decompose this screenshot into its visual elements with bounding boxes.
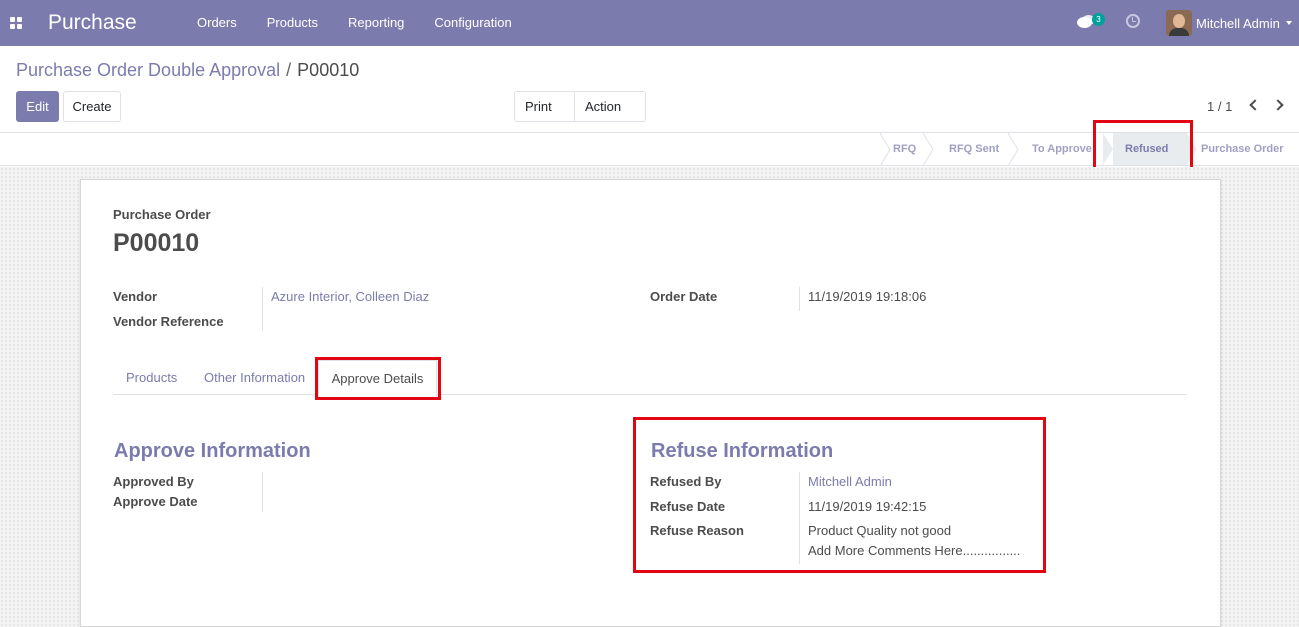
refuse-information-highlight [633, 417, 1046, 573]
document-name: P00010 [113, 229, 200, 257]
menu-reporting[interactable]: Reporting [348, 15, 404, 30]
order-date-value: 11/19/2019 19:18:06 [808, 289, 927, 304]
field-divider [262, 472, 263, 512]
vendor-value[interactable]: Azure Interior, Colleen Diaz [271, 289, 429, 304]
print-label: Print [525, 99, 552, 114]
print-dropdown-button[interactable]: Print [514, 91, 575, 139]
approve-tab-highlight [315, 357, 441, 400]
chevron-right-icon[interactable] [1272, 99, 1284, 111]
breadcrumb: Purchase Order Double Approval / P00010 [16, 60, 359, 81]
tab-products[interactable]: Products [126, 370, 177, 385]
order-date-label: Order Date [650, 289, 718, 304]
menu-configuration[interactable]: Configuration [434, 15, 511, 30]
edit-button[interactable]: Edit [16, 91, 59, 122]
app-title[interactable]: Purchase [48, 11, 137, 35]
create-button[interactable]: Create [63, 91, 121, 122]
activity-clock-icon[interactable] [1126, 14, 1140, 28]
top-navbar: Purchase Orders Products Reporting Confi… [0, 0, 1299, 46]
approve-date-label: Approve Date [113, 494, 198, 509]
vendor-reference-label: Vendor Reference [113, 314, 224, 329]
stage-rfq[interactable]: RFQ [893, 133, 916, 166]
document-type-label: Purchase Order [113, 207, 211, 222]
action-dropdown-button[interactable]: Action [574, 91, 646, 139]
pager-value[interactable]: 1 / 1 [1207, 99, 1232, 114]
avatar [1166, 10, 1192, 36]
stage-separator [878, 133, 892, 166]
stage-separator [1006, 133, 1020, 166]
breadcrumb-parent[interactable]: Purchase Order Double Approval [16, 60, 280, 80]
apps-grid-icon[interactable] [10, 17, 22, 29]
vendor-label: Vendor [113, 289, 158, 304]
stage-purchase-order[interactable]: Purchase Order [1201, 133, 1284, 166]
chat-count-badge: 3 [1092, 13, 1105, 26]
breadcrumb-separator: / [286, 60, 292, 80]
chat-icon[interactable]: 3 [1077, 13, 1107, 33]
approve-information-title: Approve Information [114, 440, 311, 462]
chevron-left-icon[interactable] [1249, 99, 1261, 111]
field-divider [262, 287, 263, 331]
menu-products[interactable]: Products [267, 15, 318, 30]
user-name: Mitchell Admin [1196, 15, 1280, 31]
approved-by-label: Approved By [113, 474, 194, 489]
menu-orders[interactable]: Orders [197, 15, 237, 30]
user-menu[interactable]: Mitchell Admin [1166, 10, 1292, 36]
action-label: Action [585, 99, 622, 114]
tab-other-information[interactable]: Other Information [204, 370, 305, 385]
main-menu: Orders Products Reporting Configuration [188, 15, 533, 30]
stage-rfq-sent[interactable]: RFQ Sent [949, 133, 999, 166]
chevron-down-icon [1285, 21, 1292, 25]
stage-to-approve[interactable]: To Approve [1032, 133, 1092, 166]
breadcrumb-current: P00010 [297, 60, 360, 80]
field-divider [799, 287, 800, 311]
tabs-underline [113, 394, 1187, 395]
stage-separator [921, 133, 935, 166]
